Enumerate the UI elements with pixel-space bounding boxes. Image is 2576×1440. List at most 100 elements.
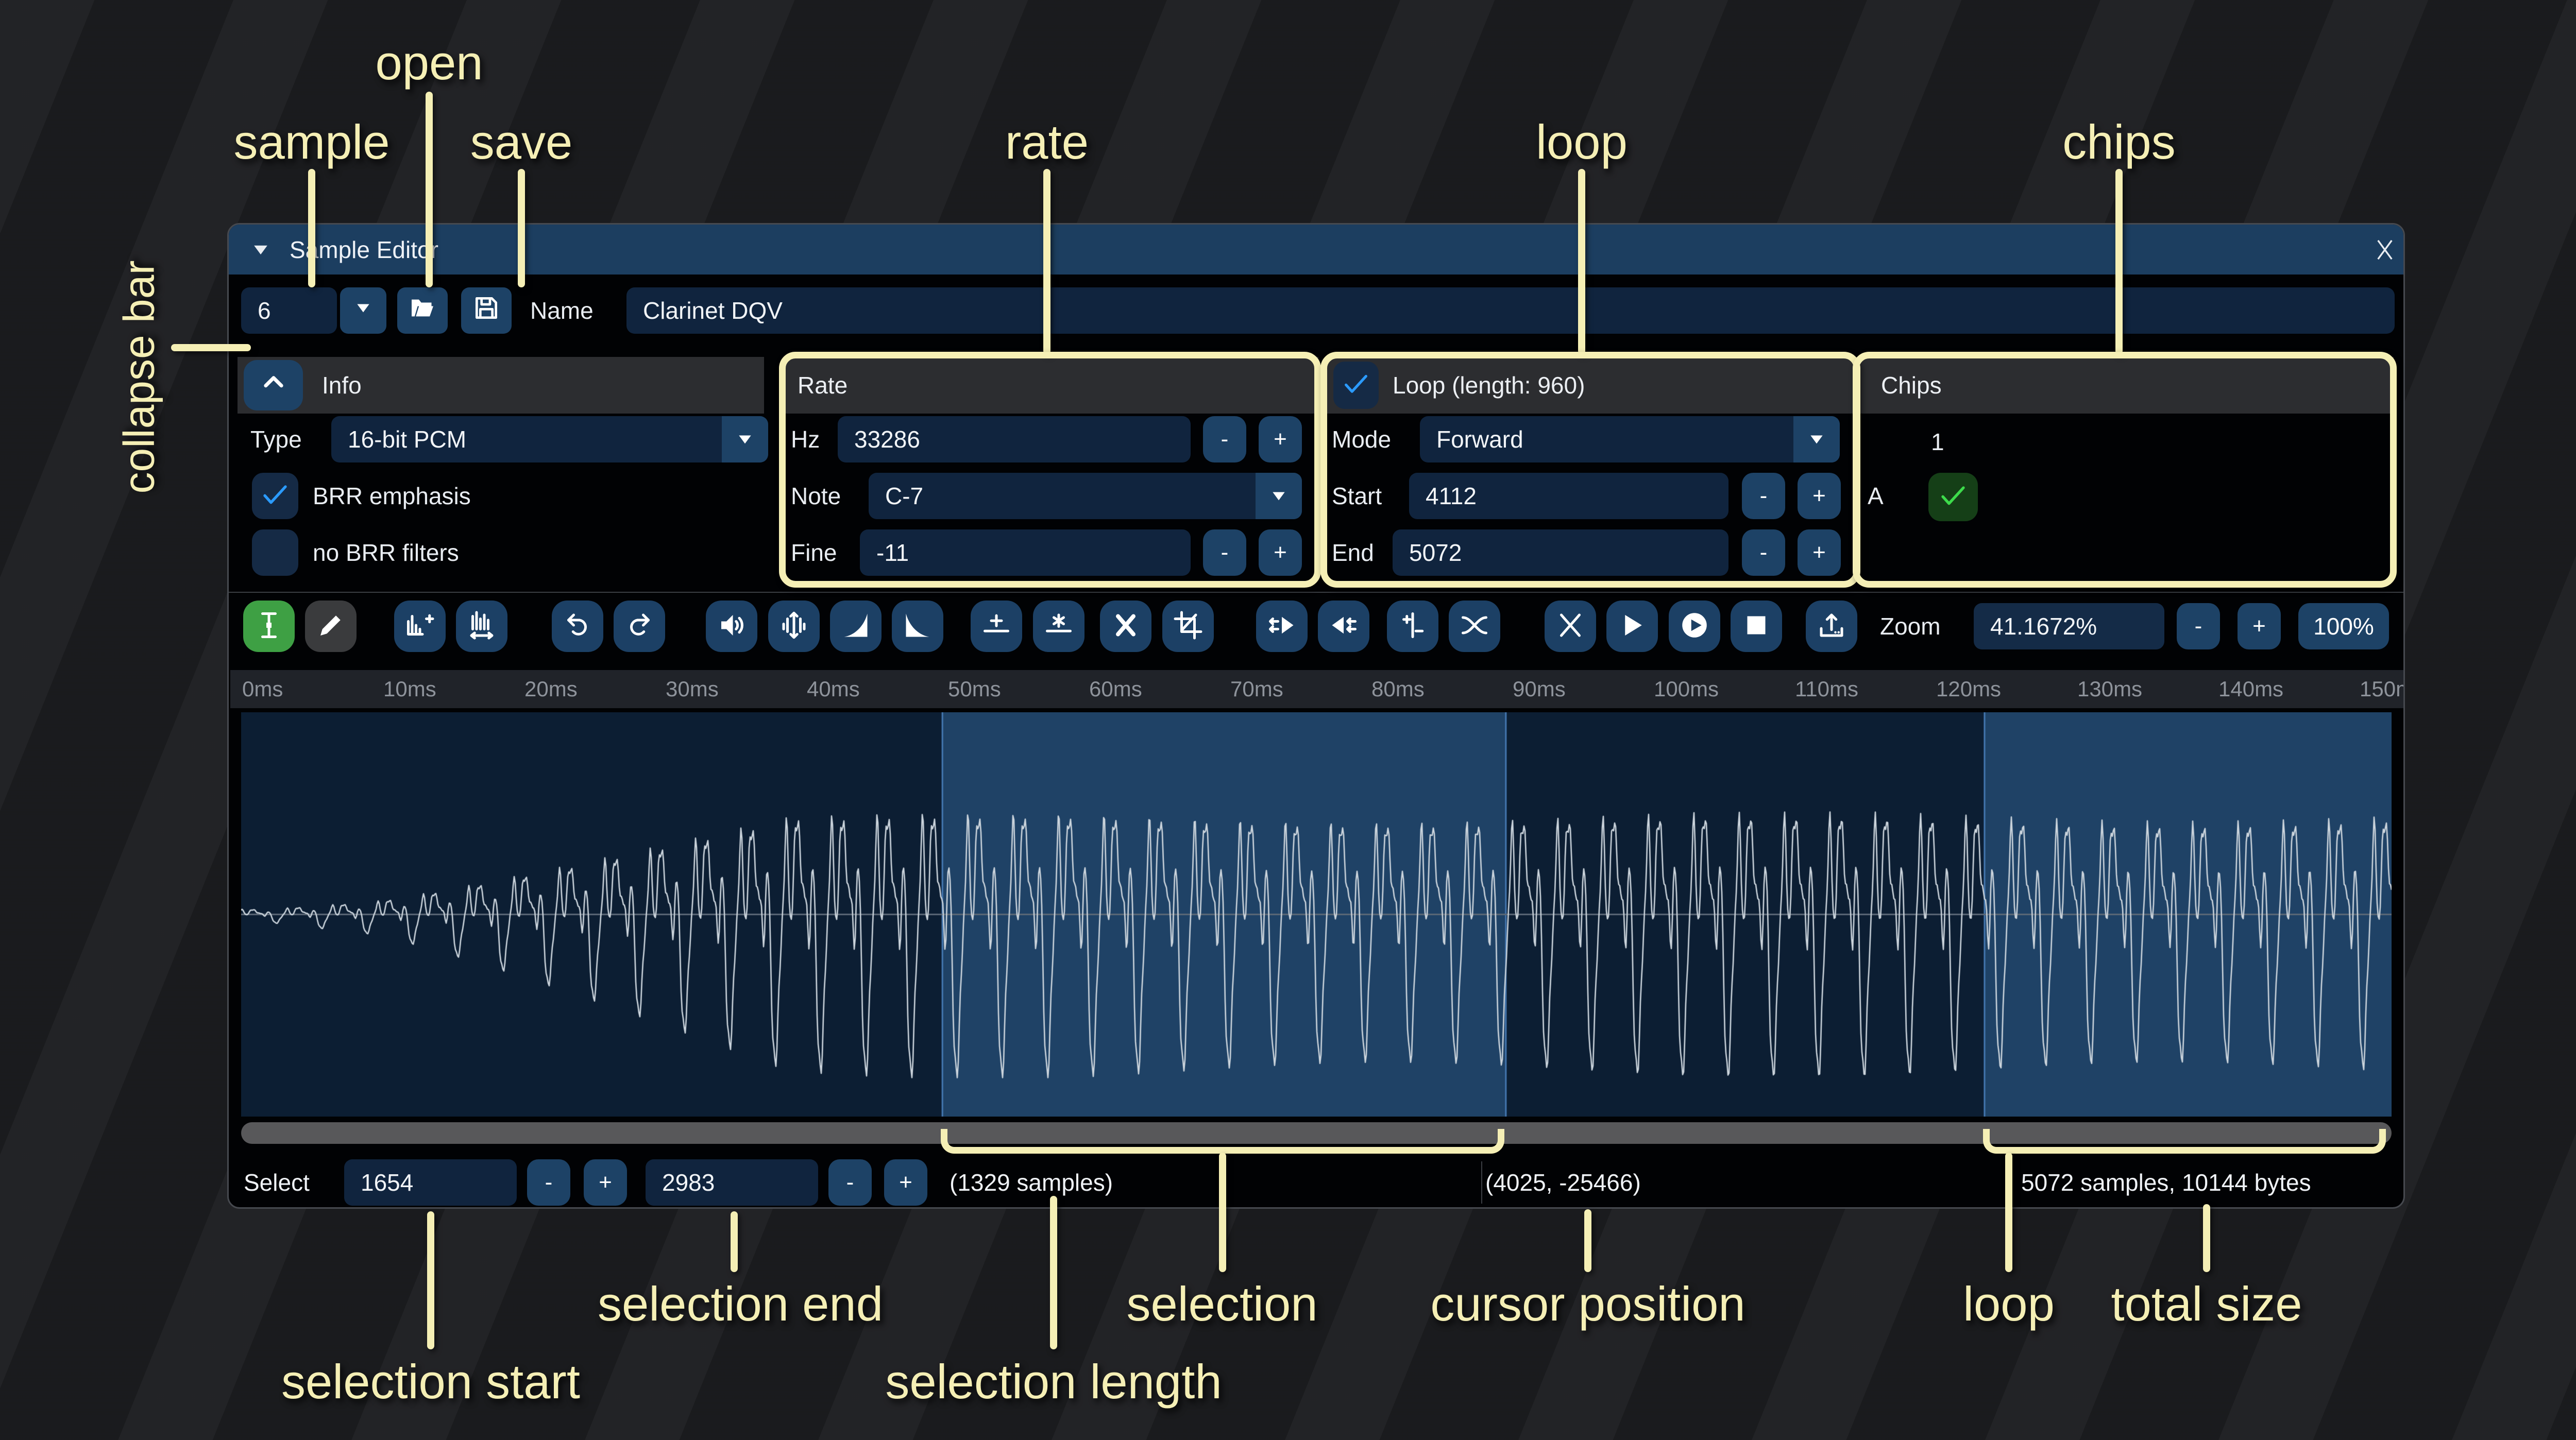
zoom-out-button[interactable]: - [2177,603,2220,649]
no-brr-filters-checkbox[interactable] [252,529,298,576]
brr-emphasis-checkbox[interactable] [252,473,298,519]
selection-end-plus-button[interactable]: + [884,1159,927,1206]
no-brr-filters-label: no BRR filters [313,529,459,576]
type-dropdown[interactable]: 16-bit PCM [331,416,768,462]
save-button[interactable] [461,287,512,334]
fade-in-icon [840,610,871,643]
annotation-selection-end-line [731,1211,738,1272]
open-button[interactable] [397,287,448,334]
ruler-tick: 120ms [1936,670,2001,708]
crop-icon [1173,610,1204,643]
adjust-button[interactable] [1387,601,1438,652]
amplify-icon [778,610,809,643]
ruler-tick: 150ms [2360,670,2405,708]
annotation-open: open [375,35,483,91]
waveform-display[interactable] [241,712,2392,1117]
annotation-collapse-bar: collapse bar [114,261,164,494]
selection-start-minus-button[interactable]: - [527,1159,570,1206]
insert-silence-button[interactable] [971,601,1022,652]
zoom-in-button[interactable]: + [2238,603,2281,649]
export-icon [1816,610,1847,643]
ruler-tick: 40ms [807,670,860,708]
wave-width-icon [466,610,497,643]
sample-dropdown-button[interactable] [340,287,386,334]
resize-sample-button[interactable] [456,601,507,652]
name-field[interactable]: Clarinet DQV [626,287,2395,334]
create-silence-button[interactable] [1033,601,1084,652]
amplify-button[interactable] [768,601,820,652]
selection-start-plus-button[interactable]: + [584,1159,627,1206]
time-ruler: 0ms10ms20ms30ms40ms50ms60ms70ms80ms90ms1… [230,670,2405,708]
annotation-cursor-position-line [1584,1209,1591,1272]
shift-left-icon [1266,610,1297,643]
ruler-tick: 90ms [1513,670,1566,708]
select-label: Select [244,1159,310,1206]
annotation-rate: rate [1005,114,1089,170]
ruler-tick: 0ms [242,670,283,708]
annotation-selection: selection [1127,1276,1318,1332]
annotation-chips-line [2115,169,2123,354]
titlebar[interactable]: Sample Editor [229,225,2403,275]
fade-out-icon [902,610,933,643]
selection-end-minus-button[interactable]: - [828,1159,872,1206]
annotation-cursor-position: cursor position [1430,1276,1745,1332]
annotation-collapse-bar-line [171,344,251,351]
info-panel-title: Info [322,357,362,414]
play-icon [1617,610,1648,643]
info-panel-header [238,357,764,414]
annotation-chips: chips [2062,114,2175,170]
selection-end-field[interactable]: 2983 [646,1159,818,1206]
ruler-tick: 60ms [1089,670,1142,708]
open-folder-icon [408,294,437,328]
swap-button[interactable] [1545,601,1596,652]
redo-button[interactable] [614,601,665,652]
collapse-bar-button[interactable] [244,360,303,410]
selection-start-field[interactable]: 1654 [344,1159,517,1206]
insert-sample-button[interactable] [394,601,446,652]
ruler-tick: 30ms [666,670,719,708]
type-value: 16-bit PCM [348,425,466,453]
close-icon[interactable] [2370,225,2400,275]
play-circle-icon [1679,610,1710,643]
delete-button[interactable] [1100,601,1151,652]
swap-icon [1555,610,1586,643]
zoom-field[interactable]: 41.1672% [1974,603,2164,649]
annotation-selection-end: selection end [598,1276,883,1332]
zoom-label: Zoom [1880,603,1941,649]
annotation-selection-start-line [427,1211,434,1349]
play-sample-button[interactable] [1669,601,1720,652]
annotation-save-line [518,169,525,287]
annotation-sample: sample [233,114,389,170]
select-tool[interactable] [243,601,295,652]
preview-button[interactable] [1606,601,1658,652]
annotation-rate-box [779,352,1321,588]
zoom-reset-button[interactable]: 100% [2298,603,2389,649]
export-button[interactable] [1806,601,1857,652]
fade-out-button[interactable] [892,601,943,652]
sample-number-field[interactable]: 6 [241,287,337,334]
ruler-tick: 110ms [1795,670,1858,708]
chevron-up-icon [259,368,288,403]
annotation-loop-bottom: loop [1963,1276,2055,1332]
volume-button[interactable] [706,601,757,652]
crop-button[interactable] [1162,601,1214,652]
annotation-loop-line [1578,169,1585,354]
silence-star-icon [1043,610,1074,643]
fade-in-button[interactable] [830,601,882,652]
stop-button[interactable] [1731,601,1782,652]
undo-button[interactable] [552,601,603,652]
chevron-down-icon[interactable] [722,416,768,462]
shift-right-icon [1328,610,1359,643]
draw-tool[interactable] [305,601,357,652]
annotation-chips-box [1853,352,2397,588]
total-size-text: 5072 samples, 10144 bytes [2021,1159,2311,1206]
shift-left-button[interactable] [1256,601,1308,652]
delete-x-icon [1110,610,1141,643]
shift-right-button[interactable] [1318,601,1369,652]
ruler-tick: 10ms [383,670,436,708]
chevron-down-icon [353,298,374,324]
crossfade-button[interactable] [1449,601,1500,652]
stop-icon [1741,610,1772,643]
window-collapse-icon[interactable] [249,225,272,275]
annotation-sample-line [308,169,315,287]
